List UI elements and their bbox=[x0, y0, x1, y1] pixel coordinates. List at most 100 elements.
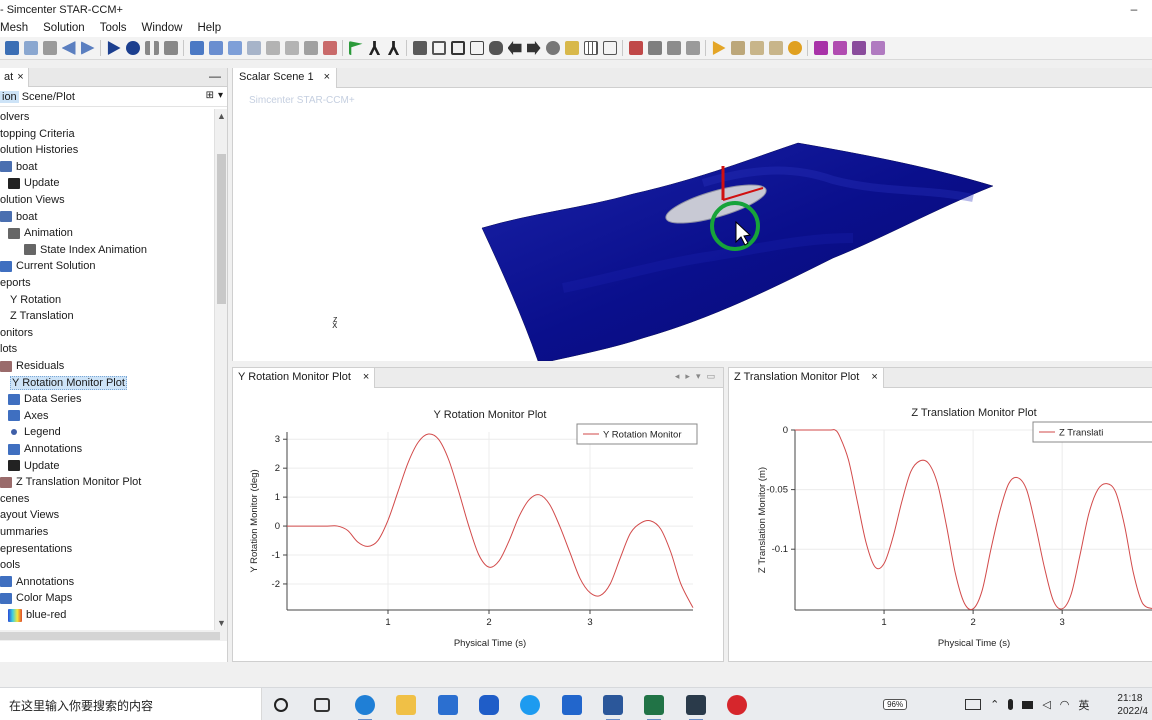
tree-item[interactable]: olution Views bbox=[0, 192, 65, 208]
select-icon[interactable] bbox=[469, 41, 484, 55]
microphone-icon[interactable] bbox=[1008, 699, 1014, 710]
tree-item[interactable]: cenes bbox=[0, 491, 29, 507]
zoom-box-icon[interactable] bbox=[450, 41, 465, 55]
tree-item[interactable]: Z Translation Monitor Plot bbox=[0, 474, 141, 490]
word-icon[interactable] bbox=[603, 695, 623, 720]
step-icon[interactable] bbox=[125, 41, 140, 55]
minimize-button[interactable]: – bbox=[1116, 0, 1152, 19]
tree-item[interactable]: olvers bbox=[0, 109, 29, 125]
system-clock[interactable]: 21:18 2022/4 bbox=[1117, 692, 1148, 718]
tree-item[interactable]: Color Maps bbox=[0, 590, 72, 606]
camera-icon[interactable] bbox=[488, 41, 503, 55]
tree-item[interactable]: boat bbox=[0, 159, 37, 175]
tree-item[interactable]: Y Rotation Monitor Plot bbox=[0, 375, 127, 391]
tab-simulation[interactable]: at × bbox=[0, 68, 29, 87]
maximize-icon[interactable]: ▭ bbox=[706, 371, 715, 382]
task-view-icon[interactable] bbox=[314, 698, 330, 712]
wifi-icon[interactable]: ◠ bbox=[1060, 698, 1070, 711]
scrollbar-thumb[interactable] bbox=[0, 632, 220, 640]
tree-item[interactable]: State Index Animation bbox=[24, 242, 147, 258]
tab-prev-icon[interactable]: ◂ bbox=[675, 371, 680, 382]
tree-item[interactable]: Animation bbox=[8, 225, 73, 241]
tree-item[interactable]: lots bbox=[0, 341, 17, 357]
ime-indicator[interactable]: 英 bbox=[1078, 697, 1089, 713]
scrollbar-thumb[interactable] bbox=[217, 154, 226, 304]
excel-icon[interactable] bbox=[644, 695, 664, 720]
tree-item[interactable]: topping Criteria bbox=[0, 126, 75, 142]
annotate-icon[interactable] bbox=[666, 41, 681, 55]
y-rotation-chart[interactable]: Y Rotation Monitor Plot 1 2 3 -2 -1 0 1 2 3 Physic… bbox=[233, 388, 723, 662]
tree-item[interactable]: Data Series bbox=[8, 391, 81, 407]
minimize-icon[interactable]: — bbox=[209, 69, 221, 83]
tree-item[interactable]: Current Solution bbox=[0, 258, 96, 274]
tab-z-translation-plot[interactable]: Z Translation Monitor Plot × bbox=[729, 368, 884, 388]
tree-item[interactable]: eports bbox=[0, 275, 31, 291]
mail-icon[interactable] bbox=[438, 695, 458, 715]
probe-icon[interactable] bbox=[647, 41, 662, 55]
arrow-left-icon[interactable] bbox=[507, 41, 522, 55]
more-icon[interactable] bbox=[870, 41, 885, 55]
tab-list-icon[interactable]: ▾ bbox=[696, 371, 701, 382]
volume-icon[interactable]: ◁ bbox=[1042, 698, 1050, 711]
table-icon[interactable] bbox=[602, 41, 617, 55]
part-icon[interactable] bbox=[208, 41, 223, 55]
walk-icon[interactable] bbox=[368, 41, 381, 55]
split-icon[interactable] bbox=[832, 41, 847, 55]
lenovo-icon[interactable] bbox=[479, 695, 499, 715]
tree-item[interactable]: epresentations bbox=[0, 541, 72, 557]
clear-icon[interactable] bbox=[322, 41, 337, 55]
photos-icon[interactable] bbox=[562, 695, 582, 715]
tab-scalar-scene[interactable]: Scalar Scene 1 × bbox=[232, 68, 338, 88]
tree-item[interactable]: ayout Views bbox=[0, 507, 59, 523]
light-icon[interactable] bbox=[564, 41, 579, 55]
rotate-icon[interactable] bbox=[545, 41, 560, 55]
geometry-icon[interactable] bbox=[189, 41, 204, 55]
next-frame-icon[interactable] bbox=[768, 41, 783, 55]
tree-item[interactable]: Residuals bbox=[0, 358, 64, 374]
menu-mesh[interactable]: Mesh bbox=[0, 22, 36, 34]
mesh-icon[interactable] bbox=[227, 41, 242, 55]
run-icon[interactable] bbox=[107, 41, 121, 55]
chevron-up-icon[interactable]: ⌃ bbox=[990, 698, 999, 711]
netease-music-icon[interactable] bbox=[727, 695, 747, 715]
cortana-icon[interactable] bbox=[274, 698, 288, 712]
tree-item[interactable]: boat bbox=[0, 209, 37, 225]
menu-solution[interactable]: Solution bbox=[43, 22, 93, 34]
tab-y-rotation-plot[interactable]: Y Rotation Monitor Plot × bbox=[233, 368, 376, 388]
menu-window[interactable]: Window bbox=[142, 22, 191, 34]
tree-item[interactable]: Update bbox=[8, 458, 59, 474]
taskbar-search-input[interactable]: 在这里输入你要搜索的内容 bbox=[0, 688, 262, 720]
play-icon[interactable] bbox=[712, 41, 726, 55]
tree-item[interactable]: onitors bbox=[0, 325, 33, 341]
close-icon[interactable]: × bbox=[324, 71, 330, 85]
browser-icon[interactable] bbox=[520, 695, 540, 715]
tab-next-icon[interactable]: ▸ bbox=[685, 371, 690, 382]
fit-icon[interactable] bbox=[431, 41, 446, 55]
prev-frame-icon[interactable] bbox=[749, 41, 764, 55]
tree-item[interactable]: ummaries bbox=[0, 524, 48, 540]
close-icon[interactable]: × bbox=[17, 71, 23, 84]
dropdown-icon[interactable]: ▾ bbox=[218, 90, 223, 101]
layout-icon[interactable] bbox=[813, 41, 828, 55]
scroll-up-icon[interactable]: ▲ bbox=[217, 111, 226, 121]
tree-item[interactable]: Z Translation bbox=[0, 308, 74, 324]
forward-icon[interactable] bbox=[80, 41, 95, 55]
menu-help[interactable]: Help bbox=[197, 22, 229, 34]
tree-item[interactable]: Legend bbox=[8, 424, 61, 440]
keyboard-icon[interactable] bbox=[965, 699, 982, 710]
stop-anim-icon[interactable] bbox=[730, 41, 745, 55]
tree-item[interactable]: olution Histories bbox=[0, 142, 78, 158]
close-icon[interactable]: × bbox=[363, 371, 369, 385]
plot-icon[interactable] bbox=[628, 41, 643, 55]
battery-indicator[interactable]: 96% bbox=[883, 699, 908, 710]
scroll-down-icon[interactable]: ▼ bbox=[217, 618, 226, 628]
run-person-icon[interactable] bbox=[387, 41, 400, 55]
interface-icon[interactable] bbox=[284, 41, 299, 55]
paste-icon[interactable] bbox=[23, 41, 38, 55]
tree-horizontal-scrollbar[interactable] bbox=[0, 630, 227, 641]
arrow-right-icon[interactable] bbox=[526, 41, 541, 55]
tree-item[interactable]: ools bbox=[0, 557, 20, 573]
simulation-tab-label[interactable]: ion bbox=[0, 90, 19, 103]
z-translation-chart[interactable]: Z Translation Monitor Plot 1 2 3 0 -0.05 -0.1 P… bbox=[729, 388, 1152, 662]
scene-viewport[interactable]: Simcenter STAR-CCM+ z x bbox=[232, 88, 1152, 361]
